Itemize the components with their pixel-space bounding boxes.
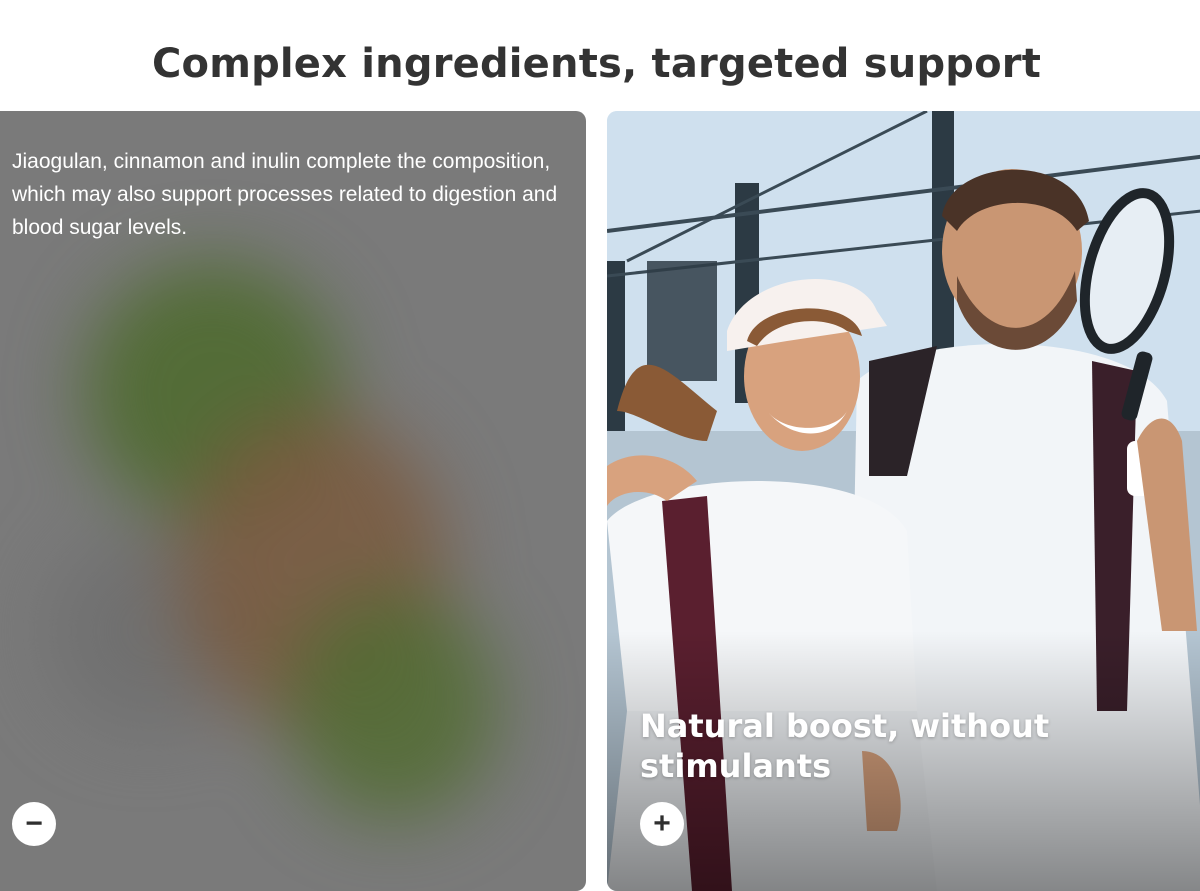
card-heading: Natural boost, without stimulants [640,707,1050,785]
card-description: Jiaogulan, cinnamon and inulin complete … [12,150,558,239]
section-title: Complex ingredients, targeted support [151,40,1042,87]
benefit-card[interactable]: Natural boost, without stimulants + [607,111,1200,891]
collapse-button[interactable]: − [12,802,56,846]
minus-icon: − [25,807,43,840]
ingredient-card-expanded: Jiaogulan, cinnamon and inulin complete … [0,111,586,891]
plus-icon: + [653,807,671,840]
expand-button[interactable]: + [640,802,684,846]
